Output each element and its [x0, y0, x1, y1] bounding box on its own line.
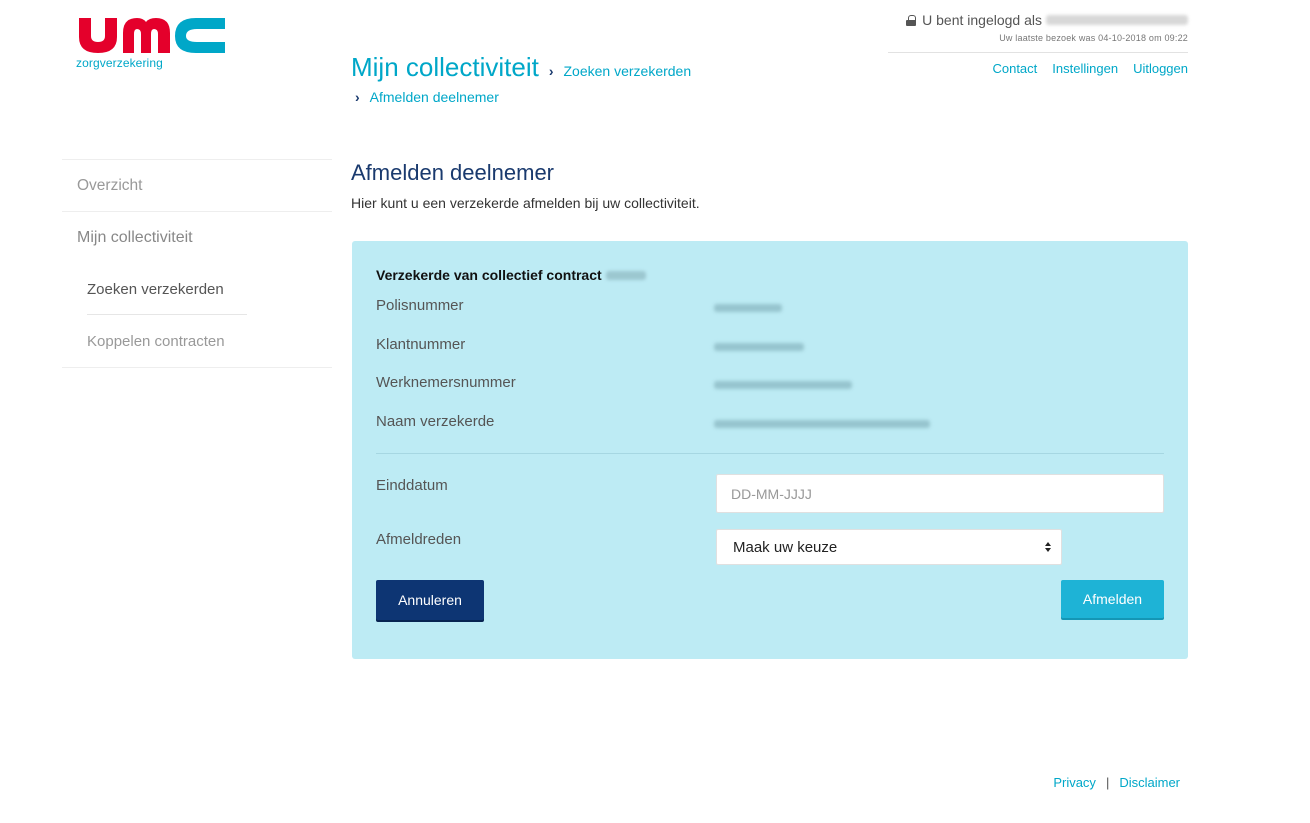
top-links: Contact Instellingen Uitloggen	[888, 61, 1188, 76]
card-divider	[376, 453, 1164, 454]
settings-link[interactable]: Instellingen	[1052, 61, 1118, 76]
logo-subtitle: zorgverzekering	[76, 56, 163, 70]
sidebar-subitem-search-insured[interactable]: Zoeken verzekerden	[62, 263, 332, 315]
sidebar: Overzicht Mijn collectiviteit Zoeken ver…	[62, 159, 332, 368]
end-date-input[interactable]	[716, 474, 1164, 513]
login-text: U bent ingelogd als	[922, 12, 1042, 28]
login-status: U bent ingelogd als	[888, 12, 1188, 28]
disclaimer-link[interactable]: Disclaimer	[1119, 775, 1180, 790]
footer: Privacy | Disclaimer	[1053, 775, 1180, 790]
reason-selected-value: Maak uw keuze	[733, 538, 838, 556]
policy-number-label: Polisnummer	[376, 297, 464, 314]
card-heading-text: Verzekerde van collectief contract	[376, 267, 602, 283]
breadcrumb-search-insured[interactable]: Zoeken verzekerden	[564, 63, 692, 79]
reason-label: Afmeldreden	[376, 531, 462, 548]
redacted-policy-number	[714, 304, 782, 312]
redacted-username	[1046, 15, 1188, 25]
card-heading: Verzekerde van collectief contract	[376, 267, 646, 283]
privacy-link[interactable]: Privacy	[1053, 775, 1096, 790]
sidebar-subitem-link-contracts[interactable]: Koppelen contracten	[62, 315, 332, 367]
umc-logo-mark	[79, 18, 225, 53]
contact-link[interactable]: Contact	[992, 61, 1037, 76]
logout-link[interactable]: Uitloggen	[1133, 61, 1188, 76]
insured-name-label: Naam verzekerde	[376, 413, 495, 430]
client-number-label: Klantnummer	[376, 336, 466, 353]
sidebar-item-collectivity[interactable]: Mijn collectiviteit	[62, 211, 332, 263]
select-arrows-icon	[1045, 542, 1051, 552]
reason-select[interactable]: Maak uw keuze	[716, 529, 1062, 565]
redacted-insured-name	[714, 420, 930, 428]
page-intro: Hier kunt u een verzekerde afmelden bij …	[351, 195, 700, 211]
sidebar-item-overview[interactable]: Overzicht	[62, 159, 332, 211]
header-divider	[888, 52, 1188, 53]
redacted-contract-number	[605, 270, 646, 280]
end-date-label: Einddatum	[376, 477, 448, 494]
redacted-employee-number	[714, 381, 852, 389]
deregister-button[interactable]: Afmelden	[1061, 580, 1164, 618]
user-panel: U bent ingelogd als Uw laatste bezoek wa…	[888, 12, 1188, 76]
breadcrumb: Mijn collectiviteit › Zoeken verzekerden…	[351, 52, 691, 105]
employee-number-label: Werknemersnummer	[376, 374, 516, 391]
chevron-right-icon: ›	[355, 89, 360, 105]
sidebar-bottom-divider	[62, 367, 332, 368]
main-content: Afmelden deelnemer Hier kunt u een verze…	[351, 160, 1189, 211]
breadcrumb-root[interactable]: Mijn collectiviteit	[351, 52, 539, 83]
redacted-client-number	[714, 343, 804, 351]
last-visit: Uw laatste bezoek was 04-10-2018 om 09:2…	[999, 33, 1188, 43]
lock-icon	[906, 14, 917, 26]
page-title: Afmelden deelnemer	[351, 160, 555, 185]
cancel-button[interactable]: Annuleren	[376, 580, 484, 620]
footer-separator: |	[1105, 775, 1110, 790]
breadcrumb-current[interactable]: Afmelden deelnemer	[370, 89, 499, 105]
chevron-right-icon: ›	[548, 63, 554, 79]
umc-logo[interactable]: zorgverzekering	[76, 14, 236, 70]
deregister-card: Verzekerde van collectief contract Polis…	[352, 241, 1188, 659]
